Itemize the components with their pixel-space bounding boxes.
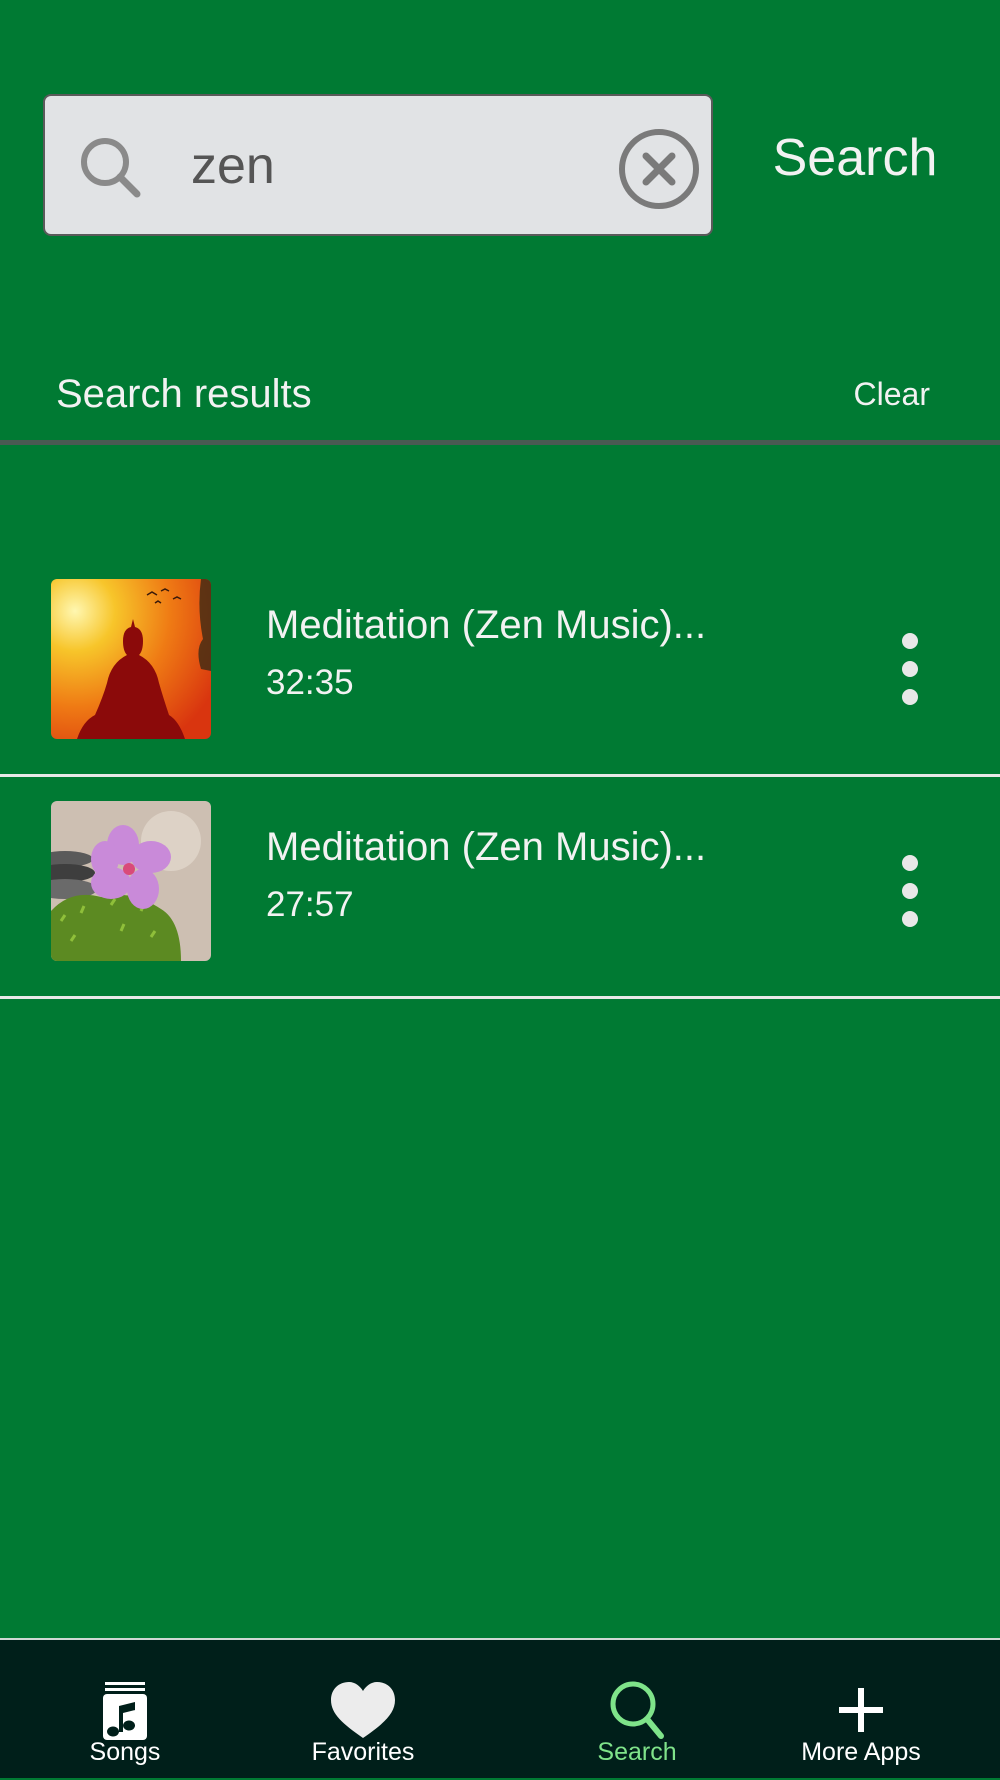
search-input[interactable] xyxy=(191,128,631,204)
tab-search[interactable]: Search xyxy=(512,1640,762,1780)
search-icon xyxy=(81,138,141,198)
tab-songs[interactable]: Songs xyxy=(0,1640,250,1780)
search-button[interactable]: Search xyxy=(740,118,970,198)
track-duration: 32:35 xyxy=(266,663,354,702)
bottom-tab-bar: Songs Favorites Search More Apps xyxy=(0,1638,1000,1778)
track-duration: 27:57 xyxy=(266,885,354,924)
clear-results-button[interactable]: Clear xyxy=(854,376,930,413)
result-row[interactable]: Meditation (Zen Music)... 32:35 xyxy=(0,555,1000,777)
music-note-icon xyxy=(103,1682,147,1740)
heart-icon xyxy=(331,1682,395,1738)
results-title: Search results xyxy=(56,372,312,416)
more-options-icon[interactable] xyxy=(888,629,932,709)
result-row[interactable]: Meditation (Zen Music)... 27:57 xyxy=(0,777,1000,999)
row-divider xyxy=(0,996,1000,999)
more-options-icon[interactable] xyxy=(888,851,932,931)
track-title: Meditation (Zen Music)... xyxy=(266,825,707,869)
search-icon xyxy=(610,1681,664,1739)
plus-icon xyxy=(839,1688,883,1732)
clear-search-icon[interactable] xyxy=(616,126,702,212)
search-field[interactable] xyxy=(43,94,713,236)
tab-label: Search xyxy=(597,1738,677,1766)
track-title: Meditation (Zen Music)... xyxy=(266,603,707,647)
tab-label: Favorites xyxy=(311,1738,415,1766)
divider xyxy=(0,440,1000,445)
results-header: Search results Clear xyxy=(0,360,1000,444)
tab-label: Songs xyxy=(89,1738,161,1766)
track-thumbnail xyxy=(51,801,211,961)
tab-more-apps[interactable]: More Apps xyxy=(736,1640,986,1780)
tab-label: More Apps xyxy=(801,1738,921,1766)
tab-favorites[interactable]: Favorites xyxy=(238,1640,488,1780)
track-thumbnail xyxy=(51,579,211,739)
